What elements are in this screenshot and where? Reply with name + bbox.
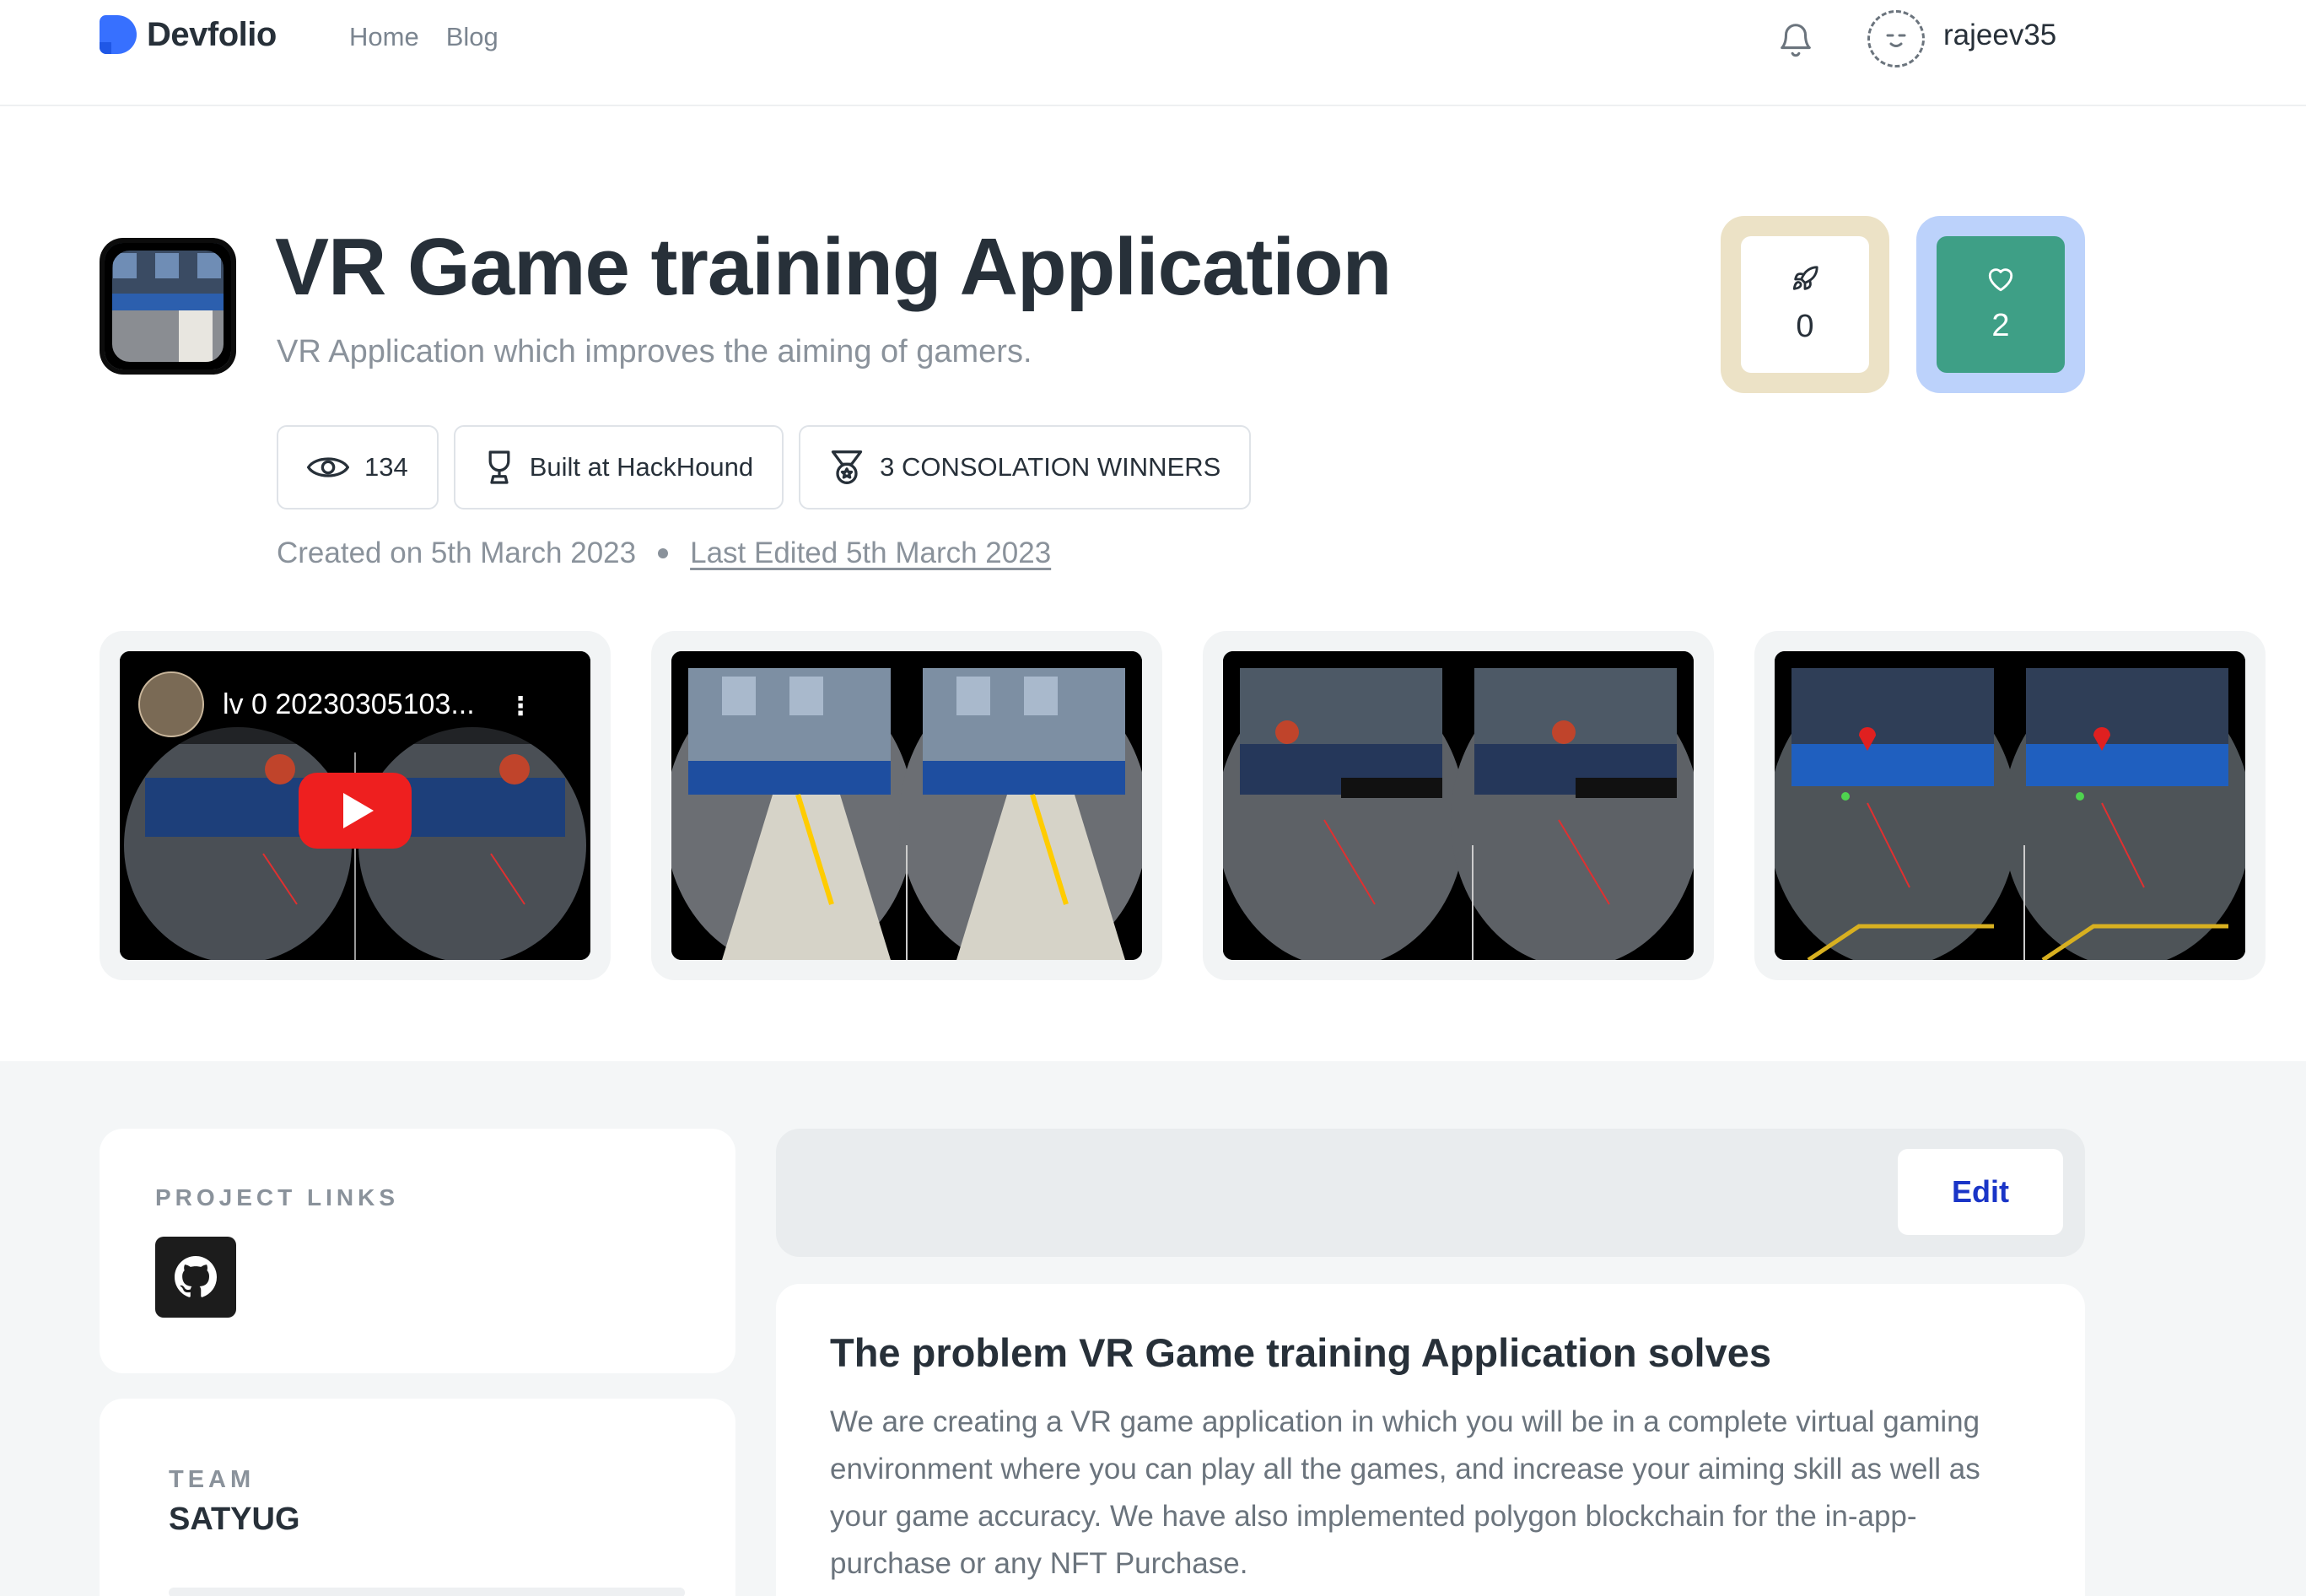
award-pill: 3 CONSOLATION WINNERS bbox=[799, 425, 1252, 510]
views-pill: 134 bbox=[277, 425, 439, 510]
eye-icon bbox=[307, 457, 349, 477]
last-edited-link[interactable]: Last Edited 5th March 2023 bbox=[690, 536, 1051, 570]
edit-toolbar: Edit bbox=[776, 1129, 2085, 1257]
hackathon-pill[interactable]: Built at HackHound bbox=[453, 425, 784, 510]
created-date: Created on 5th March 2023 bbox=[277, 536, 637, 569]
award-label: 3 CONSOLATION WINNERS bbox=[880, 452, 1221, 482]
bell-icon[interactable] bbox=[1776, 19, 1815, 61]
brand-name: Devfolio bbox=[147, 15, 277, 53]
medal-icon bbox=[831, 450, 863, 484]
avatar-icon[interactable] bbox=[1867, 10, 1925, 67]
channel-avatar bbox=[138, 671, 204, 737]
screenshot-1[interactable] bbox=[651, 631, 1162, 980]
nav-link-blog[interactable]: Blog bbox=[446, 22, 498, 52]
nav-links: Home Blog bbox=[349, 22, 498, 52]
project-dates: Created on 5th March 2023 Last Edited 5t… bbox=[277, 536, 1051, 570]
heart-counter[interactable]: 2 bbox=[1916, 216, 2085, 393]
project-links-label: PROJECT LINKS bbox=[155, 1184, 400, 1210]
like-counter[interactable]: 0 bbox=[1721, 216, 1889, 393]
built-at-label: Built at HackHound bbox=[529, 452, 754, 482]
problem-description: We are creating a VR game application in… bbox=[830, 1405, 1980, 1580]
project-tagline: VR Application which improves the aiming… bbox=[277, 334, 1032, 369]
team-card: TEAM SATYUG bbox=[100, 1399, 735, 1596]
views-count: 134 bbox=[364, 452, 408, 482]
media-gallery: lv 0 20230305103... ⋮ bbox=[100, 631, 2266, 980]
project-logo bbox=[100, 238, 236, 375]
more-options-icon[interactable]: ⋮ bbox=[508, 692, 533, 721]
screenshot-3[interactable] bbox=[1754, 631, 2266, 980]
github-link[interactable] bbox=[155, 1237, 236, 1318]
team-member-row bbox=[169, 1588, 685, 1596]
team-name: SATYUG bbox=[169, 1502, 300, 1537]
heart-icon bbox=[1988, 267, 2013, 291]
project-links-card: PROJECT LINKS bbox=[100, 1129, 735, 1373]
github-icon bbox=[175, 1256, 217, 1297]
video-thumbnail[interactable]: lv 0 20230305103... ⋮ bbox=[100, 631, 611, 980]
project-title: VR Game training Application bbox=[275, 222, 1392, 312]
video-title: lv 0 20230305103... bbox=[223, 687, 475, 720]
heart-count: 2 bbox=[1991, 307, 2010, 343]
screenshot-2[interactable] bbox=[1203, 631, 1714, 980]
separator-dot bbox=[658, 548, 669, 558]
project-meta-pills: 134 Built at HackHound 3 CONSOLATION WIN… bbox=[277, 425, 1252, 510]
devfolio-logo-icon bbox=[100, 15, 137, 54]
problem-statement-card: The problem VR Game training Application… bbox=[776, 1284, 2085, 1596]
edit-button[interactable]: Edit bbox=[1898, 1149, 2063, 1235]
problem-heading: The problem VR Game training Application… bbox=[830, 1330, 1772, 1375]
like-count: 0 bbox=[1796, 308, 1814, 344]
trophy-icon bbox=[488, 450, 510, 484]
video-header: lv 0 20230305103... bbox=[138, 671, 475, 737]
nav-link-home[interactable]: Home bbox=[349, 22, 419, 52]
team-label: TEAM bbox=[169, 1466, 256, 1493]
rocket-icon bbox=[1792, 265, 1818, 290]
username[interactable]: rajeev35 bbox=[1943, 19, 2056, 52]
devfolio-logo-link[interactable]: Devfolio bbox=[100, 15, 277, 54]
top-navbar: Devfolio Home Blog rajeev35 bbox=[0, 0, 2306, 106]
play-button-icon[interactable] bbox=[299, 773, 412, 849]
